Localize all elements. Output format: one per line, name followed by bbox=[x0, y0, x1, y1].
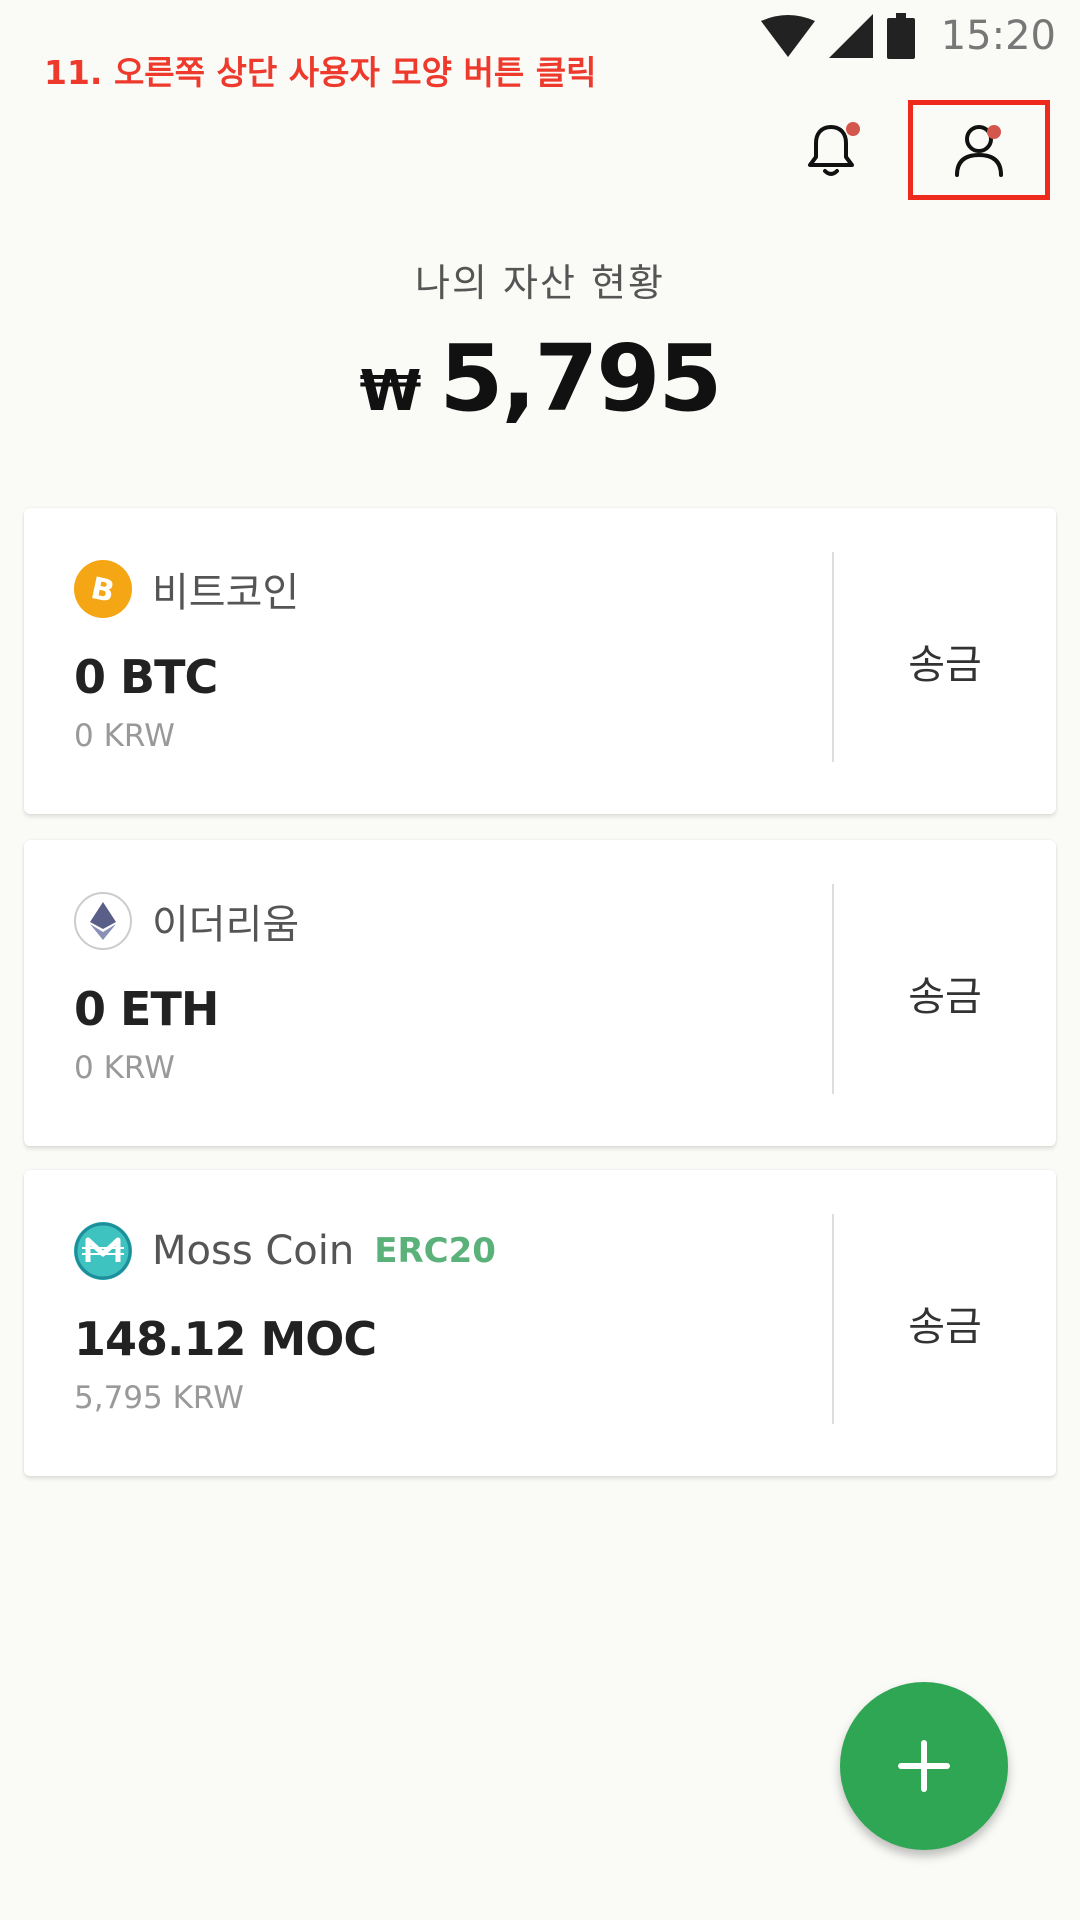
coin-header: 이더리움 bbox=[74, 890, 806, 952]
summary-label: 나의 자산 현황 bbox=[415, 261, 665, 305]
coin-name: 비트코인 bbox=[152, 570, 300, 616]
asset-card-btc[interactable]: B 비트코인 0 BTC 0 KRW 송금 bbox=[24, 508, 1056, 814]
coin-name: 이더리움 bbox=[152, 902, 300, 948]
plus-icon bbox=[898, 1740, 950, 1792]
header-actions bbox=[776, 100, 1050, 200]
coin-balance: 0 BTC bbox=[74, 650, 218, 704]
bitcoin-icon: B bbox=[74, 560, 132, 618]
coin-krw-value: 0 KRW bbox=[74, 718, 175, 754]
status-icons: 15:20 bbox=[760, 12, 1056, 60]
token-standard-badge: ERC20 bbox=[374, 1231, 496, 1271]
summary-amount: ₩ 5,795 bbox=[0, 325, 1080, 432]
profile-dot bbox=[987, 125, 1001, 139]
asset-info: Moss Coin ERC20 148.12 MOC 5,795 KRW bbox=[74, 1220, 806, 1416]
currency-symbol: ₩ bbox=[359, 359, 422, 424]
coin-header: Moss Coin ERC20 bbox=[74, 1220, 806, 1282]
asset-summary: 나의 자산 현황 ₩ 5,795 bbox=[0, 252, 1080, 432]
asset-card-eth[interactable]: 이더리움 0 ETH 0 KRW 송금 bbox=[24, 840, 1056, 1146]
battery-icon bbox=[886, 13, 915, 59]
add-asset-button[interactable] bbox=[840, 1682, 1008, 1850]
coin-name: Moss Coin bbox=[152, 1228, 355, 1274]
send-button-btc[interactable]: 송금 bbox=[834, 508, 1056, 814]
profile-button[interactable] bbox=[908, 100, 1050, 200]
ethereum-icon bbox=[74, 892, 132, 950]
coin-header: B 비트코인 bbox=[74, 558, 806, 620]
asset-info: B 비트코인 0 BTC 0 KRW bbox=[74, 558, 806, 754]
total-amount: 5,795 bbox=[439, 325, 722, 432]
coin-krw-value: 0 KRW bbox=[74, 1050, 175, 1086]
notification-button[interactable] bbox=[776, 100, 886, 200]
status-time: 15:20 bbox=[940, 13, 1056, 59]
coin-balance: 148.12 MOC bbox=[74, 1312, 377, 1366]
coin-balance: 0 ETH bbox=[74, 982, 219, 1036]
signal-icon bbox=[828, 14, 873, 58]
send-button-eth[interactable]: 송금 bbox=[834, 840, 1056, 1146]
send-button-moc[interactable]: 송금 bbox=[834, 1170, 1056, 1476]
asset-card-moc[interactable]: Moss Coin ERC20 148.12 MOC 5,795 KRW 송금 bbox=[24, 1170, 1056, 1476]
coin-krw-value: 5,795 KRW bbox=[74, 1380, 244, 1416]
instruction-text: 11. 오른쪽 상단 사용자 모양 버튼 클릭 bbox=[44, 53, 597, 92]
notification-dot bbox=[846, 122, 860, 136]
svg-text:B: B bbox=[88, 571, 118, 607]
wifi-icon bbox=[760, 15, 815, 57]
asset-info: 이더리움 0 ETH 0 KRW bbox=[74, 890, 806, 1086]
mosscoin-icon bbox=[74, 1222, 132, 1280]
